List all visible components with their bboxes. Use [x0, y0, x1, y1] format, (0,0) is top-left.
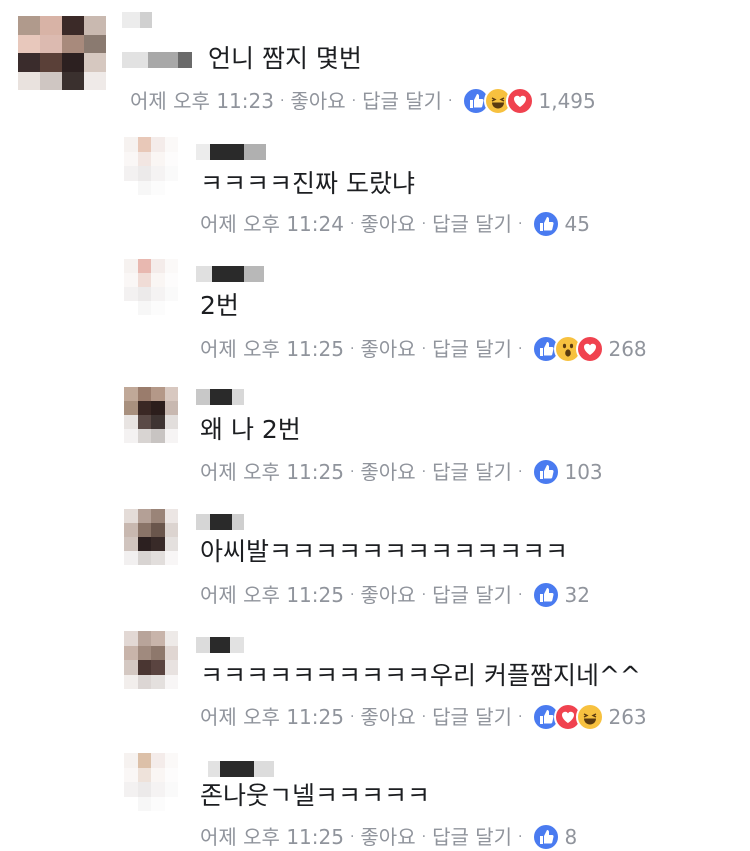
reply-button[interactable]: 답글 달기 — [432, 581, 512, 609]
reaction-summary[interactable] — [532, 335, 605, 363]
like-icon — [532, 210, 561, 238]
like-button[interactable]: 좋아요 — [360, 823, 415, 851]
comment-timestamp[interactable]: 어제 오후 11:25 — [200, 581, 344, 609]
separator: · — [351, 93, 357, 109]
separator: · — [518, 829, 523, 845]
separator: · — [421, 829, 427, 845]
separator: · — [349, 829, 355, 845]
reaction-count[interactable]: 8 — [564, 823, 577, 851]
separator: · — [421, 341, 427, 357]
avatar[interactable] — [124, 753, 178, 811]
comment-timestamp[interactable]: 어제 오후 11:25 — [200, 823, 344, 851]
comment-meta: 어제 오후 11:25 · 좋아요 · 답글 달기 · 32 — [200, 581, 590, 609]
comment-text: 왜 나 2번 — [200, 415, 301, 444]
reaction-summary[interactable] — [462, 87, 535, 115]
separator: · — [518, 709, 523, 725]
commenter-name-redacted[interactable] — [196, 514, 244, 530]
comment-meta: 어제 오후 11:23 · 좋아요 · 답글 달기 · 1,495 — [130, 87, 596, 115]
comment-text: ㅋㅋㅋㅋㅋㅋㅋㅋㅋㅋ우리 커플짬지네^^ — [200, 661, 641, 690]
separator: · — [518, 216, 523, 232]
reply-button[interactable]: 답글 달기 — [432, 335, 512, 363]
like-button[interactable]: 좋아요 — [290, 87, 345, 115]
reaction-summary[interactable] — [532, 581, 561, 609]
avatar[interactable] — [124, 387, 178, 443]
separator: · — [279, 93, 285, 109]
comment-text: 존나웃ㄱ넬ㅋㅋㅋㅋㅋ — [200, 781, 431, 810]
commenter-name-redacted[interactable] — [196, 144, 266, 160]
reply-item: ㅋㅋㅋㅋ진짜 도랐냐 어제 오후 11:24 · 좋아요 · 답글 달기 · 4… — [0, 125, 750, 247]
like-icon — [532, 581, 561, 609]
comment-item: 언니 짬지 몇번 어제 오후 11:23 · 좋아요 · 답글 달기 · 1,4… — [0, 0, 750, 125]
reply-item: 존나웃ㄱ넬ㅋㅋㅋㅋㅋ 어제 오후 11:25 · 좋아요 · 답글 달기 · 8 — [0, 739, 750, 851]
like-button[interactable]: 좋아요 — [360, 335, 415, 363]
separator: · — [518, 464, 523, 480]
love-icon — [576, 335, 605, 363]
comment-text: ㅋㅋㅋㅋ진짜 도랐냐 — [200, 169, 415, 198]
separator: · — [421, 216, 427, 232]
reaction-summary[interactable] — [532, 823, 561, 851]
like-icon — [532, 458, 561, 486]
mention-name-redacted[interactable] — [122, 52, 192, 68]
reaction-count[interactable]: 268 — [608, 335, 646, 363]
commenter-name-redacted[interactable] — [196, 637, 244, 653]
reaction-count[interactable]: 45 — [564, 210, 589, 238]
avatar[interactable] — [124, 631, 178, 689]
comment-timestamp[interactable]: 어제 오후 11:24 — [200, 210, 344, 238]
reaction-summary[interactable] — [532, 210, 561, 238]
avatar[interactable] — [124, 137, 178, 195]
comment-meta: 어제 오후 11:25 · 좋아요 · 답글 달기 · 263 — [200, 703, 647, 731]
separator: · — [421, 464, 427, 480]
like-button[interactable]: 좋아요 — [360, 210, 415, 238]
comment-timestamp[interactable]: 어제 오후 11:25 — [200, 703, 344, 731]
reaction-count[interactable]: 1,495 — [538, 87, 595, 115]
separator: · — [518, 587, 523, 603]
like-button[interactable]: 좋아요 — [360, 703, 415, 731]
like-button[interactable]: 좋아요 — [360, 581, 415, 609]
separator: · — [448, 93, 453, 109]
reaction-count[interactable]: 32 — [564, 581, 589, 609]
separator: · — [421, 587, 427, 603]
reaction-summary[interactable] — [532, 458, 561, 486]
comment-timestamp[interactable]: 어제 오후 11:23 — [130, 87, 274, 115]
comment-timestamp[interactable]: 어제 오후 11:25 — [200, 335, 344, 363]
commenter-name-redacted[interactable] — [196, 389, 244, 405]
like-button[interactable]: 좋아요 — [360, 458, 415, 486]
avatar[interactable] — [124, 259, 178, 315]
comment-meta: 어제 오후 11:25 · 좋아요 · 답글 달기 · 268 — [200, 335, 647, 363]
comment-meta: 어제 오후 11:24 · 좋아요 · 답글 달기 · 45 — [200, 210, 590, 238]
separator: · — [349, 216, 355, 232]
reply-button[interactable]: 답글 달기 — [432, 458, 512, 486]
reaction-summary[interactable] — [532, 703, 605, 731]
comment-text: 언니 짬지 몇번 — [208, 44, 362, 73]
reply-item: 2번 어제 오후 11:25 · 좋아요 · 답글 달기 · 268 — [0, 247, 750, 371]
comment-meta: 어제 오후 11:25 · 좋아요 · 답글 달기 · 8 — [200, 823, 577, 851]
comment-text: 아씨발ㅋㅋㅋㅋㅋㅋㅋㅋㅋㅋㅋㅋㅋ — [200, 537, 569, 566]
avatar[interactable] — [18, 16, 106, 90]
reaction-count[interactable]: 263 — [608, 703, 646, 731]
comment-text: 2번 — [200, 291, 239, 320]
separator: · — [349, 464, 355, 480]
separator: · — [349, 587, 355, 603]
reply-item: ㅋㅋㅋㅋㅋㅋㅋㅋㅋㅋ우리 커플짬지네^^ 어제 오후 11:25 · 좋아요 ·… — [0, 617, 750, 739]
haha-icon — [576, 703, 605, 731]
reply-item: 아씨발ㅋㅋㅋㅋㅋㅋㅋㅋㅋㅋㅋㅋㅋ 어제 오후 11:25 · 좋아요 · 답글 … — [0, 495, 750, 617]
commenter-name-redacted[interactable] — [122, 12, 152, 28]
commenter-name-redacted[interactable] — [196, 266, 264, 282]
comment-meta: 어제 오후 11:25 · 좋아요 · 답글 달기 · 103 — [200, 458, 603, 486]
like-icon — [532, 823, 561, 851]
separator: · — [421, 709, 427, 725]
reply-item: 왜 나 2번 어제 오후 11:25 · 좋아요 · 답글 달기 · 103 — [0, 371, 750, 495]
commenter-name-redacted[interactable] — [208, 761, 274, 777]
separator: · — [349, 709, 355, 725]
reply-button[interactable]: 답글 달기 — [432, 703, 512, 731]
avatar[interactable] — [124, 509, 178, 565]
separator: · — [518, 341, 523, 357]
reply-button[interactable]: 답글 달기 — [362, 87, 442, 115]
reply-button[interactable]: 답글 달기 — [432, 210, 512, 238]
separator: · — [349, 341, 355, 357]
reaction-count[interactable]: 103 — [564, 458, 602, 486]
comment-timestamp[interactable]: 어제 오후 11:25 — [200, 458, 344, 486]
reply-button[interactable]: 답글 달기 — [432, 823, 512, 851]
love-icon — [506, 87, 535, 115]
